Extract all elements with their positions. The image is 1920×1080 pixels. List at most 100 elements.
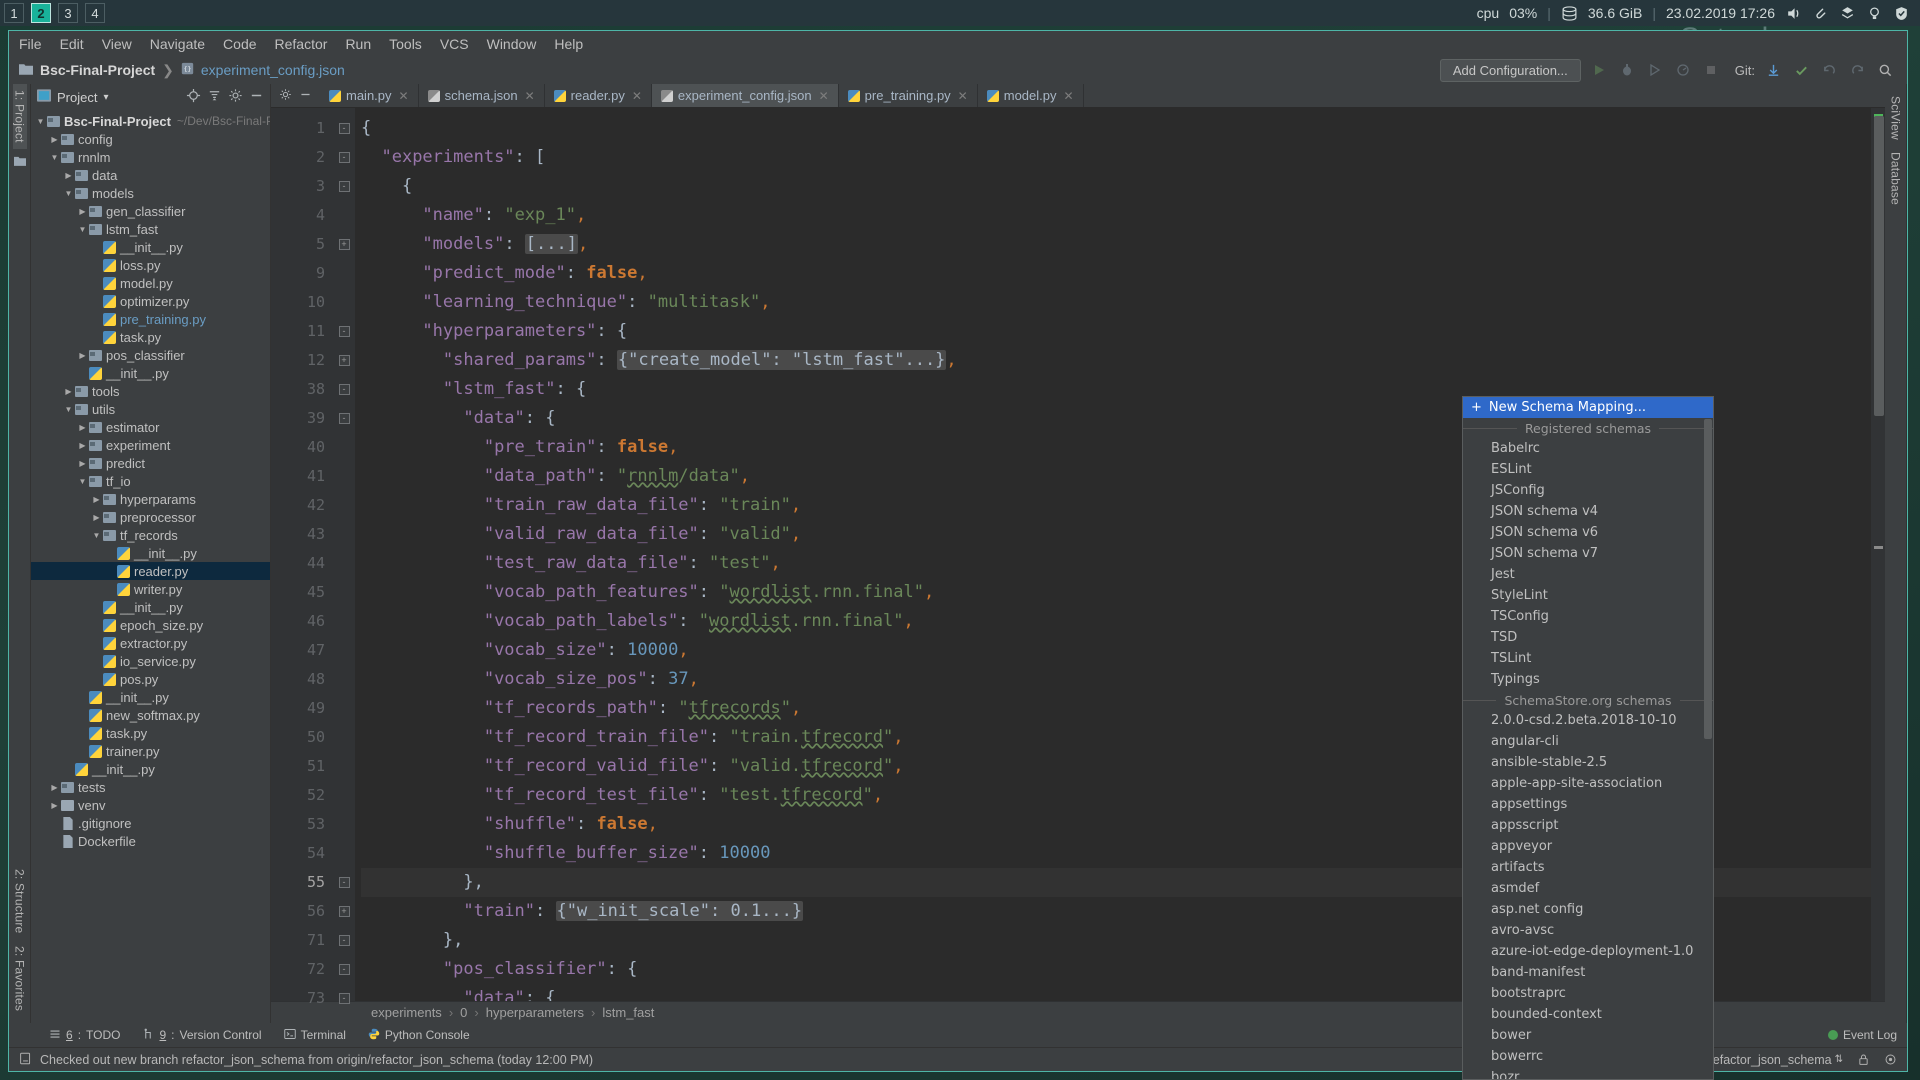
fold-collapse-icon[interactable]: - (339, 152, 350, 163)
chevron-right-icon[interactable]: ▶ (77, 459, 88, 468)
menu-refactor[interactable]: Refactor (275, 36, 328, 52)
close-icon[interactable]: ✕ (399, 89, 409, 103)
editor-tab-reader-py[interactable]: reader.py✕ (545, 84, 652, 107)
fold-marker[interactable] (333, 259, 355, 288)
chevron-down-icon[interactable]: ▼ (63, 405, 74, 414)
editor-tabs[interactable]: main.py✕schema.json✕reader.py✕experiment… (320, 84, 1084, 107)
fold-expand-icon[interactable]: + (339, 239, 350, 250)
chevron-down-icon[interactable]: ▼ (49, 153, 60, 162)
popup-item-appsscript[interactable]: appsscript (1463, 815, 1713, 836)
tree-node-reader-py[interactable]: reader.py (31, 562, 270, 580)
collapse-all-icon[interactable] (207, 88, 222, 106)
tree-node---init---py[interactable]: __init__.py (31, 238, 270, 256)
undo-icon[interactable] (1819, 60, 1839, 80)
popup-item-apple-app-site-association[interactable]: apple-app-site-association (1463, 773, 1713, 794)
fold-collapse-icon[interactable]: - (339, 964, 350, 975)
breadcrumb-file[interactable]: experiment_config.json (201, 62, 345, 78)
toolwindow-terminal[interactable]: Terminal (284, 1028, 346, 1043)
popup-item-jest[interactable]: Jest (1463, 564, 1713, 585)
fold-expand-icon[interactable]: + (339, 355, 350, 366)
search-icon[interactable] (1875, 60, 1895, 80)
fold-marker[interactable] (333, 839, 355, 868)
git-branch-widget[interactable]: refactor_json_schema ⇅ (1694, 1052, 1843, 1067)
fold-marker[interactable] (333, 723, 355, 752)
workspace-4[interactable]: 4 (85, 3, 105, 23)
popup-item-json-schema-v7[interactable]: JSON schema v7 (1463, 543, 1713, 564)
shield-icon[interactable] (1893, 5, 1910, 22)
fold-collapse-icon[interactable]: - (339, 935, 350, 946)
stop-icon[interactable] (1701, 60, 1721, 80)
code-folding-gutter[interactable]: ---+-+---+--- (333, 108, 355, 1001)
tree-node-epoch-size-py[interactable]: epoch_size.py (31, 616, 270, 634)
chevron-right-icon[interactable]: ▶ (77, 207, 88, 216)
fold-marker[interactable] (333, 752, 355, 781)
menu-vcs[interactable]: VCS (440, 36, 469, 52)
tree-node-lstm-fast[interactable]: ▼lstm_fast (31, 220, 270, 238)
popup-item-eslint[interactable]: ESLint (1463, 459, 1713, 480)
fold-marker[interactable]: - (333, 317, 355, 346)
tree-node---init---py[interactable]: __init__.py (31, 688, 270, 706)
fold-marker[interactable] (333, 288, 355, 317)
popup-item-typings[interactable]: Typings (1463, 669, 1713, 690)
volume-icon[interactable] (1785, 5, 1802, 22)
fold-marker[interactable]: - (333, 926, 355, 955)
popup-item-tslint[interactable]: TSLint (1463, 648, 1713, 669)
tree-node-optimizer-py[interactable]: optimizer.py (31, 292, 270, 310)
menu-run[interactable]: Run (345, 36, 371, 52)
menu-navigate[interactable]: Navigate (150, 36, 205, 52)
chevron-right-icon[interactable]: ▶ (77, 441, 88, 450)
popup-item-azure-iot-edge-deployment-1-0[interactable]: azure-iot-edge-deployment-1.0 (1463, 941, 1713, 962)
tree-node---init---py[interactable]: __init__.py (31, 544, 270, 562)
popup-item-asmdef[interactable]: asmdef (1463, 878, 1713, 899)
fold-collapse-icon[interactable]: - (339, 181, 350, 192)
git-commit-icon[interactable] (1791, 60, 1811, 80)
event-log-button[interactable]: Event Log (1828, 1028, 1897, 1042)
project-panel-title[interactable]: Project (57, 90, 97, 105)
tree-node-venv[interactable]: ▶venv (31, 796, 270, 814)
popup-item-avro-avsc[interactable]: avro-avsc (1463, 920, 1713, 941)
tree-node---init---py[interactable]: __init__.py (31, 760, 270, 778)
tree-node-model-py[interactable]: model.py (31, 274, 270, 292)
popup-item-appveyor[interactable]: appveyor (1463, 836, 1713, 857)
fold-marker[interactable] (333, 636, 355, 665)
fold-marker[interactable]: - (333, 404, 355, 433)
tree-node-estimator[interactable]: ▶estimator (31, 418, 270, 436)
menu-file[interactable]: File (19, 36, 42, 52)
workspace-switcher[interactable]: 1 2 3 4 (0, 3, 105, 23)
toolwindow-version-control[interactable]: 9: Version Control (142, 1028, 261, 1043)
chevron-down-icon[interactable]: ▼ (77, 477, 88, 486)
tree-node-writer-py[interactable]: writer.py (31, 580, 270, 598)
chevron-down-icon[interactable]: ▼ (63, 189, 74, 198)
tree-node-tf-records[interactable]: ▼tf_records (31, 526, 270, 544)
tree-node-tests[interactable]: ▶tests (31, 778, 270, 796)
tree-node-pos-py[interactable]: pos.py (31, 670, 270, 688)
fold-marker[interactable] (333, 607, 355, 636)
popup-item-bozr[interactable]: bozr (1463, 1067, 1713, 1080)
tree-node---init---py[interactable]: __init__.py (31, 364, 270, 382)
menu-help[interactable]: Help (554, 36, 583, 52)
tree-node-predict[interactable]: ▶predict (31, 454, 270, 472)
scroll-from-source-icon[interactable] (186, 88, 201, 106)
fold-marker[interactable] (333, 665, 355, 694)
rail-item-project[interactable]: 1: Project (13, 84, 27, 149)
tree-node-utils[interactable]: ▼utils (31, 400, 270, 418)
popup-item-appsettings[interactable]: appsettings (1463, 794, 1713, 815)
menu-edit[interactable]: Edit (60, 36, 84, 52)
fold-marker[interactable]: - (333, 375, 355, 404)
fold-marker[interactable]: - (333, 955, 355, 984)
popup-item-babelrc[interactable]: Babelrc (1463, 438, 1713, 459)
tree-node-rnnlm[interactable]: ▼rnnlm (31, 148, 270, 166)
chevron-right-icon[interactable]: ▶ (63, 387, 74, 396)
menu-view[interactable]: View (102, 36, 132, 52)
fold-marker[interactable]: + (333, 346, 355, 375)
tree-node-bsc-final-project[interactable]: ▼Bsc-Final-Project~/Dev/Bsc-Final-Projec… (31, 112, 270, 130)
menu-window[interactable]: Window (487, 36, 537, 52)
chevron-right-icon[interactable]: ▶ (91, 513, 102, 522)
popup-item-json-schema-v6[interactable]: JSON schema v6 (1463, 522, 1713, 543)
workspace-1[interactable]: 1 (4, 3, 24, 23)
tree-node-config[interactable]: ▶config (31, 130, 270, 148)
close-icon[interactable]: ✕ (1063, 89, 1073, 103)
settings-gear-icon[interactable] (228, 88, 243, 106)
tree-node-io-service-py[interactable]: io_service.py (31, 652, 270, 670)
fold-marker[interactable]: + (333, 230, 355, 259)
